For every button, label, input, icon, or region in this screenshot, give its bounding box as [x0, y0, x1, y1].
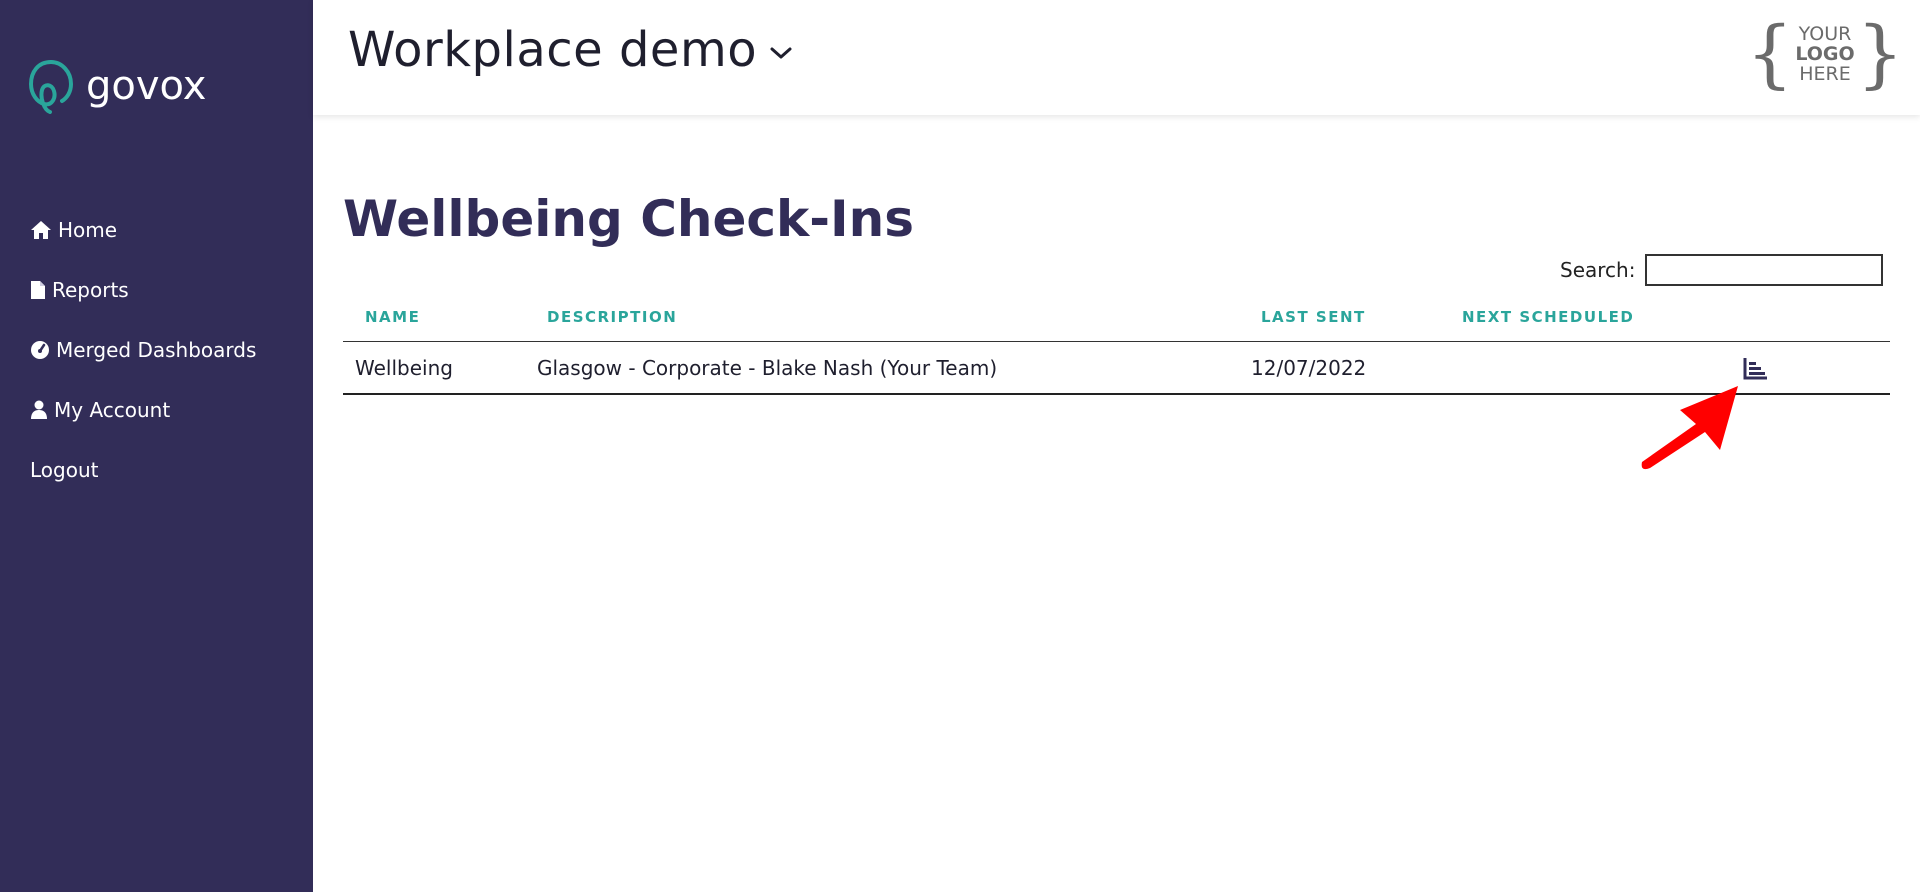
column-header-next-scheduled[interactable]: NEXT SCHEDULED: [1462, 308, 1634, 326]
page-title: Wellbeing Check-Ins: [343, 190, 914, 248]
govox-logo-icon: [28, 60, 74, 114]
sidebar-item-my-account[interactable]: My Account: [30, 380, 256, 440]
logo-brace-right: }: [1856, 11, 1904, 97]
user-icon: [31, 400, 47, 419]
logo-line-3: HERE: [1799, 63, 1851, 85]
logo-line-1: YOUR: [1798, 23, 1852, 45]
gauge-icon: [31, 341, 49, 359]
workspace-title: Workplace demo: [348, 22, 758, 78]
brand-name: govox: [86, 63, 207, 109]
logo-line-2: LOGO: [1795, 43, 1855, 65]
sidebar-item-label: Logout: [30, 458, 99, 482]
home-icon: [31, 221, 51, 239]
table-header-row: NAME DESCRIPTION LAST SENT NEXT SCHEDULE…: [343, 292, 1890, 342]
sidebar-item-logout[interactable]: Logout: [30, 440, 256, 500]
sidebar-item-label: Merged Dashboards: [56, 338, 257, 362]
view-report-button[interactable]: [1743, 356, 1769, 384]
column-header-last-sent[interactable]: LAST SENT: [1261, 308, 1366, 326]
file-icon: [31, 281, 45, 299]
company-logo-placeholder: { YOUR LOGO HERE }: [1746, 17, 1904, 91]
sidebar-nav: Home Reports Merged Dashboards My Accoun…: [30, 200, 256, 500]
sidebar-item-reports[interactable]: Reports: [30, 260, 256, 320]
sidebar-item-merged-dashboards[interactable]: Merged Dashboards: [30, 320, 256, 380]
logo-brace-left: {: [1746, 11, 1794, 97]
sidebar-item-home[interactable]: Home: [30, 200, 256, 260]
search-label: Search:: [1560, 258, 1636, 282]
annotation-arrow-icon: [1641, 386, 1738, 470]
sidebar-item-label: Home: [58, 218, 118, 242]
cell-description: Glasgow - Corporate - Blake Nash (Your T…: [537, 356, 998, 380]
sidebar-item-label: My Account: [54, 398, 171, 422]
search-input[interactable]: [1645, 254, 1884, 286]
sidebar-item-label: Reports: [52, 278, 129, 302]
logo-text: YOUR LOGO HERE: [1795, 24, 1854, 84]
bar-chart-icon: [1743, 358, 1767, 380]
cell-last-sent: 12/07/2022: [1251, 356, 1367, 380]
brand-logo[interactable]: govox: [28, 58, 206, 114]
column-header-description[interactable]: DESCRIPTION: [547, 308, 677, 326]
column-header-name[interactable]: NAME: [365, 308, 420, 326]
chevron-down-icon: [770, 47, 792, 59]
top-header: Workplace demo { YOUR LOGO HERE }: [313, 0, 1920, 115]
cell-name: Wellbeing: [355, 356, 453, 380]
sidebar: govox Home Reports Merged Dashboards My …: [0, 0, 313, 892]
workspace-selector[interactable]: Workplace demo: [348, 22, 793, 78]
search-area: Search:: [1560, 254, 1884, 286]
